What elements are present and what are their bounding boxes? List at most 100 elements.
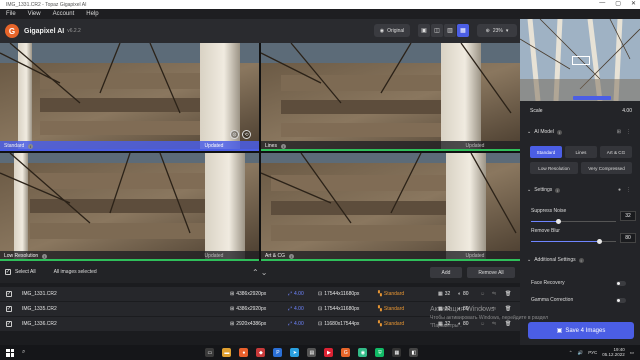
remove-all-button[interactable]: Remove All [467,267,515,278]
row-input-size: ⊞ 4386x2920px [230,291,266,297]
menu-account[interactable]: Account [53,11,75,17]
pane-label-bar: Lines i Updated [261,141,520,151]
shield-icon[interactable]: ⛨ [375,348,385,357]
app-icon[interactable]: ◉ [358,348,368,357]
file-explorer-icon[interactable]: ▬ [222,348,232,357]
suppress-noise-input[interactable]: 32 [620,211,636,221]
ai-model-section-header[interactable]: ⌄ AI Model i ⊞ ⋮ [527,129,637,135]
preview-image [0,153,259,261]
collapse-chevrons-icon[interactable]: ⌃⌄ [252,268,269,277]
row-checkbox[interactable]: ✓ [6,291,12,297]
scale-icon: ⤢ [288,306,293,312]
additional-settings-label: Additional Settings [534,257,576,263]
row-input-size-value: 2920x4386px [236,321,267,327]
single-view-button[interactable]: ▣ [418,24,430,37]
row-scale-value: 4.00 [294,306,304,312]
preview-pane-lines[interactable]: Lines i Updated [261,43,520,151]
side-by-side-button[interactable]: ▥ [444,24,456,37]
clock[interactable]: 19:40 05.12.2022 [602,347,625,357]
model-standard-button[interactable]: Standard [530,146,562,158]
preview-image [0,43,259,151]
output-size-icon: ⊡ [318,291,323,297]
app-icon[interactable]: ▦ [392,348,402,357]
firefox-icon[interactable]: ● [239,348,249,357]
preview-pane-low-resolution[interactable]: Low Resolution i Updated [0,153,259,261]
gamma-correction-toggle[interactable] [616,298,626,303]
row-checkbox[interactable]: ✓ [6,306,12,312]
suppress-noise-slider[interactable] [531,219,616,224]
photoshop-icon[interactable]: P [273,348,283,357]
row-output-size: ⊡ 17544x11680px [318,306,359,312]
remove-blur-slider[interactable] [531,239,616,244]
model-very-compressed-button[interactable]: Very Compressed [581,162,632,174]
face-recovery-toggle[interactable] [616,281,626,286]
window-controls: — ▢ ✕ [599,0,636,7]
remove-blur-handle[interactable] [597,239,602,244]
model-art-cg-button[interactable]: Art & CG [600,146,632,158]
zoom-value: 23% [492,27,503,34]
preview-pane-art-cg[interactable]: Art & CG i Updated [261,153,520,261]
reset-icon[interactable]: ⟲ [242,130,251,139]
model-lines-button[interactable]: Lines [565,146,597,158]
check-icon: ✓ [6,291,12,297]
output-size-icon: ⊡ [318,306,323,312]
table-row[interactable]: ✓ IMG_1331.CR2 ⊞ 4386x2920px ⤢ 4.00 ⊡ 17544… [0,287,520,302]
close-button[interactable]: ✕ [631,0,636,7]
more-icon[interactable]: ⋮ [626,187,631,193]
app-icon[interactable]: ▤ [307,348,317,357]
suppress-noise-handle[interactable] [556,219,562,224]
watermark-line: Чтобы активировать Windows, перейдите в … [430,315,549,321]
scale-setting[interactable]: Scale 4.00 [530,108,632,114]
search-icon[interactable]: ⌕ [22,349,25,356]
row-checkbox[interactable]: ✓ [6,321,12,327]
tray-chevron-icon[interactable]: ⌃ [569,350,573,355]
select-all-checkbox[interactable]: ✓ Select All [5,269,36,275]
minimize-button[interactable]: — [599,0,605,7]
row-noise-value: 32 [444,291,451,297]
settings-section-header[interactable]: ⌄ Settings i ● ⋮ [527,187,637,193]
model-low-resolution-button[interactable]: Low Resolution [530,162,578,174]
pin-icon[interactable]: ⊞ [617,129,621,135]
navigator-thumbnail[interactable] [520,19,640,101]
telegram-icon[interactable]: ➤ [290,348,300,357]
remove-blur-fill [531,241,599,242]
preview-area: ⊙ ⟲ Standard i Updated Lines i Updated L… [0,43,520,261]
windows-start-icon[interactable] [6,348,14,357]
scale-icon: ⤢ [288,291,293,297]
additional-settings-header[interactable]: ⌄ Additional Settings i [527,257,637,263]
zoom-control[interactable]: ⊕ 23% ▾ [477,24,517,37]
pane-progress [0,149,259,151]
menu-file[interactable]: File [6,11,16,17]
more-icon[interactable]: ⋮ [626,129,631,135]
auto-toggle-icon[interactable]: ● [618,187,621,193]
maximize-button[interactable]: ▢ [615,0,621,7]
notifications-icon[interactable]: ▭ [630,350,634,355]
menu-view[interactable]: View [28,11,41,17]
watermark-line: "Параметры". [430,323,462,329]
app-icon[interactable]: ◆ [256,348,266,357]
info-icon: i [578,257,584,263]
remove-blur-input[interactable]: 80 [620,233,636,243]
info-icon: i [556,129,562,135]
split-view-button[interactable]: ◫ [431,24,443,37]
task-view-icon[interactable]: ▭ [205,348,215,357]
add-button[interactable]: Add [430,267,462,278]
media-icon[interactable]: ▶ [324,348,334,357]
compare-icons: ⊙ ⟲ [230,130,251,139]
pane-progress [261,149,520,151]
menu-help[interactable]: Help [86,11,98,17]
preview-pane-standard[interactable]: ⊙ ⟲ Standard i Updated [0,43,259,151]
trash-icon[interactable]: 🗑 [505,291,511,297]
language-indicator[interactable]: РУС [588,350,597,355]
volume-icon[interactable]: 🔊 [578,350,584,355]
row-scale: ⤢ 4.00 [288,321,304,327]
original-button[interactable]: ◉ Original [374,24,410,37]
gigapixel-taskbar-icon[interactable]: G [341,348,351,357]
navigator-viewport-box[interactable] [572,56,590,65]
app-icon[interactable]: ◧ [409,348,419,357]
compare-icon[interactable]: ⊙ [230,130,239,139]
row-compare-icon[interactable]: ⇋ [492,291,496,297]
navigator-slider[interactable] [573,96,611,100]
compare-grid-button[interactable]: ▦ [457,24,469,37]
model-icon: ▚ [378,291,382,297]
